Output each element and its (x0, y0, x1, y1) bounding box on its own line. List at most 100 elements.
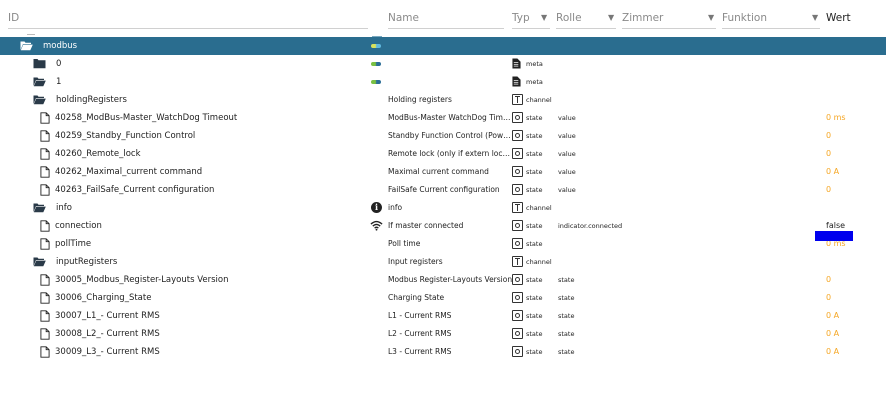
object-type: channel (526, 257, 552, 266)
object-type: state (526, 347, 543, 356)
object-value[interactable]: 0 (826, 149, 831, 158)
header-rolle[interactable]: Rolle (556, 12, 582, 24)
file-icon[interactable] (40, 112, 53, 124)
header-typ[interactable]: Typ (512, 12, 530, 24)
tree-folder-row[interactable]: info i info channel (0, 199, 886, 217)
zimmer-dropdown-icon[interactable]: ▼ (708, 13, 714, 22)
header-name[interactable]: Name (388, 12, 419, 24)
tree-state-row[interactable]: pollTime Poll time state 0 ms (0, 235, 886, 253)
tree-item-label: inputRegisters (56, 257, 118, 267)
header-funktion-underline (722, 28, 820, 29)
file-icon[interactable] (40, 238, 53, 250)
tree-state-row[interactable]: 40258_ModBus-Master_WatchDog Timeout ModB… (0, 109, 886, 127)
folder-open-icon[interactable] (33, 94, 46, 106)
state-type-icon (512, 130, 523, 141)
object-value[interactable]: 0 A (826, 311, 839, 320)
file-icon[interactable] (40, 274, 53, 286)
tree-item-label: holdingRegisters (56, 95, 127, 105)
object-role: value (558, 167, 576, 176)
file-icon[interactable] (40, 130, 53, 142)
file-icon[interactable] (40, 310, 53, 322)
object-role: state (558, 311, 575, 320)
typ-dropdown-icon[interactable]: ▼ (541, 13, 547, 22)
object-name: If master connected (388, 221, 464, 230)
header-wert[interactable]: Wert (826, 12, 851, 24)
state-type-icon (512, 346, 523, 357)
object-type: state (526, 149, 543, 158)
tree-state-row[interactable]: 40260_Remote_lock Remote lock (only if ex… (0, 145, 886, 163)
file-icon[interactable] (40, 220, 53, 232)
header-divider (27, 34, 35, 35)
folder-closed-icon[interactable] (33, 58, 46, 70)
folder-open-icon[interactable] (33, 76, 46, 88)
tree-folder-row[interactable]: 1 meta (0, 73, 886, 91)
object-role: state (558, 293, 575, 302)
file-icon[interactable] (40, 292, 53, 304)
object-name: Remote lock (only if extern lock un... (388, 149, 514, 158)
object-value[interactable]: 0 A (826, 329, 839, 338)
file-icon[interactable] (40, 184, 53, 196)
folder-open-icon[interactable] (33, 202, 46, 214)
object-name: L1 - Current RMS (388, 311, 452, 320)
tree-state-row[interactable]: 40263_FailSafe_Current configuration Fail… (0, 181, 886, 199)
tree-state-row[interactable]: 40259_Standby_Function Control Standby Fu… (0, 127, 886, 145)
folder-open-icon[interactable] (20, 40, 33, 52)
object-type: state (526, 275, 543, 284)
object-value[interactable]: 0 (826, 275, 831, 284)
modbus-logo-icon (371, 62, 381, 66)
rolle-dropdown-icon[interactable]: ▼ (608, 13, 614, 22)
object-value[interactable]: false (826, 221, 845, 230)
tree-folder-row[interactable]: inputRegisters Input registers channel (0, 253, 886, 271)
state-type-icon (512, 238, 523, 249)
tree-item-label: 1 (56, 77, 62, 87)
tree-item-label: 30005_Modbus_Register-Layouts Version (55, 275, 229, 285)
tree-state-row[interactable]: 40262_Maximal_current command Maximal cur… (0, 163, 886, 181)
tree-state-row[interactable]: connection If master connected state indica… (0, 217, 886, 235)
tree-item-label: 30007_L1_- Current RMS (55, 311, 160, 321)
header-zimmer[interactable]: Zimmer (622, 12, 663, 24)
file-icon[interactable] (40, 166, 53, 178)
object-value[interactable]: 0 ms (826, 113, 846, 122)
header-id[interactable]: ID (8, 12, 19, 24)
tree-folder-row[interactable]: modbus (0, 37, 886, 55)
funktion-dropdown-icon[interactable]: ▼ (812, 13, 818, 22)
file-icon[interactable] (40, 346, 53, 358)
file-icon[interactable] (40, 148, 53, 160)
tree-item-label: 0 (56, 59, 62, 69)
tree-state-row[interactable]: 30009_L3_- Current RMS L3 - Current RMS st… (0, 343, 886, 361)
folder-open-icon[interactable] (33, 256, 46, 268)
tree-folder-row[interactable]: 0 meta (0, 55, 886, 73)
tree-item-label: 40260_Remote_lock (55, 149, 141, 159)
tree-item-label: connection (55, 221, 102, 231)
object-type: state (526, 311, 543, 320)
object-name: Modbus Register-Layouts Version (388, 275, 513, 284)
state-type-icon (512, 166, 523, 177)
file-icon[interactable] (40, 328, 53, 340)
header-funktion[interactable]: Funktion (722, 12, 767, 24)
object-value[interactable]: 0 (826, 131, 831, 140)
state-type-icon (512, 220, 523, 231)
tree-item-label: 40263_FailSafe_Current configuration (55, 185, 215, 195)
column-header: ID Name Typ ▼ Rolle ▼ Zimmer ▼ Funktion … (0, 6, 886, 37)
tree-state-row[interactable]: 30006_Charging_State Charging State state s… (0, 289, 886, 307)
tree-state-row[interactable]: 30008_L2_- Current RMS L2 - Current RMS st… (0, 325, 886, 343)
selection-highlight (815, 231, 853, 241)
tree-item-label: 40259_Standby_Function Control (55, 131, 196, 141)
object-role: indicator.connected (558, 221, 623, 230)
object-value[interactable]: 0 (826, 185, 831, 194)
header-zimmer-underline (622, 28, 716, 29)
object-name: Input registers (388, 257, 443, 266)
object-value[interactable]: 0 A (826, 347, 839, 356)
state-type-icon (512, 184, 523, 195)
object-value[interactable]: 0 (826, 293, 831, 302)
tree-item-label: 30009_L3_- Current RMS (55, 347, 160, 357)
channel-type-icon (512, 256, 523, 267)
tree-folder-row[interactable]: holdingRegisters Holding registers channel (0, 91, 886, 109)
object-value[interactable]: 0 A (826, 167, 839, 176)
tree-state-row[interactable]: 30007_L1_- Current RMS L1 - Current RMS st… (0, 307, 886, 325)
object-type: state (526, 293, 543, 302)
channel-type-icon (512, 94, 523, 105)
tree-state-row[interactable]: 30005_Modbus_Register-Layouts Version Mod… (0, 271, 886, 289)
object-type: state (526, 239, 543, 248)
object-role: state (558, 275, 575, 284)
